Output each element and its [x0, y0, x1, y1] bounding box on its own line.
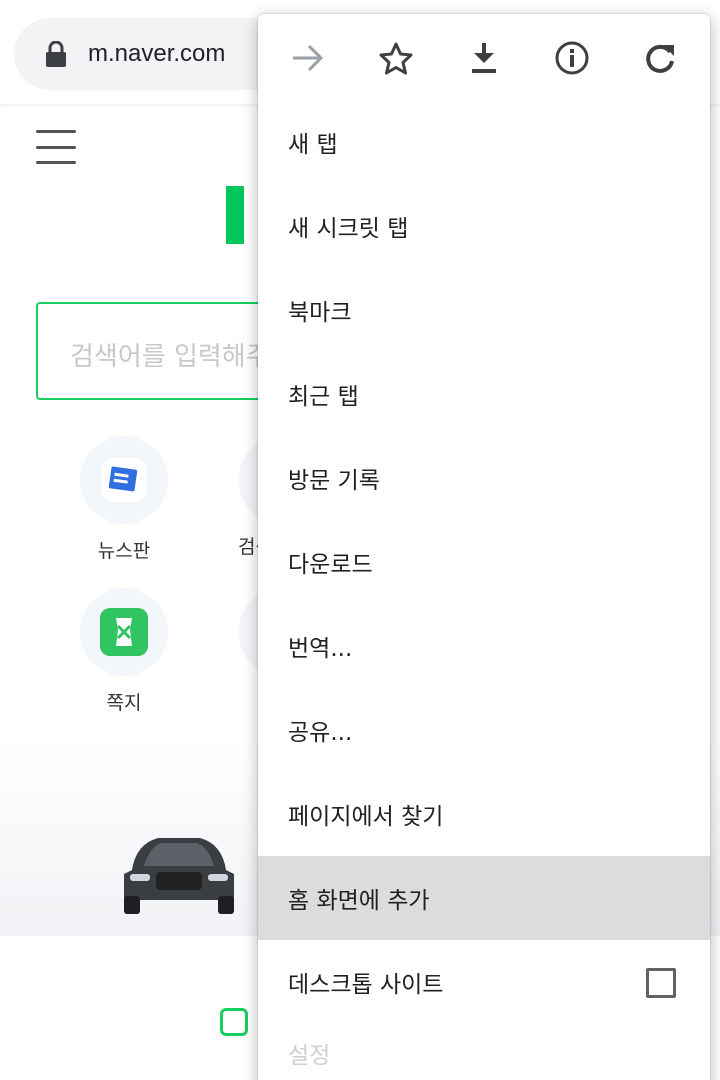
menu-item-desktop-site[interactable]: 데스크톱 사이트 — [258, 940, 710, 1024]
menu-item-recent-tabs[interactable]: 최근 탭 — [258, 352, 710, 436]
menu-item-find-in-page[interactable]: 페이지에서 찾기 — [258, 772, 710, 856]
menu-item-history[interactable]: 방문 기록 — [258, 436, 710, 520]
shortcut-note[interactable]: 쪽지 — [80, 588, 168, 715]
green-square-icon — [220, 1008, 248, 1036]
menu-item-share[interactable]: 공유... — [258, 688, 710, 772]
shortcut-newsstand[interactable]: 뉴스판 — [80, 436, 168, 563]
url-text: m.naver.com — [88, 40, 226, 67]
shortcut-label: 검색 — [238, 536, 260, 558]
car-image — [118, 830, 240, 916]
download-icon[interactable] — [460, 34, 508, 82]
desktop-site-checkbox[interactable] — [646, 968, 676, 998]
menu-item-bookmarks[interactable]: 북마크 — [258, 268, 710, 352]
shortcut-label: 쪽지 — [106, 692, 142, 714]
lock-icon — [44, 40, 68, 67]
hamburger-menu-icon[interactable] — [36, 130, 76, 164]
menu-item-downloads[interactable]: 다운로드 — [258, 520, 710, 604]
shortcut-label: 뉴스판 — [97, 540, 151, 562]
info-icon[interactable] — [548, 34, 596, 82]
menu-icon-row — [258, 14, 710, 102]
browser-overflow-menu: 새 탭 새 시크릿 탭 북마크 최근 탭 방문 기록 다운로드 번역... 공유… — [258, 14, 710, 1080]
note-icon — [100, 608, 148, 656]
forward-icon[interactable] — [284, 34, 332, 82]
menu-item-new-tab[interactable]: 새 탭 — [258, 100, 710, 184]
partial-text — [248, 970, 258, 992]
menu-item-add-to-home-screen[interactable]: 홈 화면에 추가 — [258, 856, 710, 940]
menu-item-label: 데스크톱 사이트 — [288, 972, 444, 998]
newspaper-icon — [102, 458, 146, 502]
menu-item-settings[interactable]: 설정 — [258, 1036, 710, 1080]
menu-item-translate[interactable]: 번역... — [258, 604, 710, 688]
bookmark-star-icon[interactable] — [372, 34, 420, 82]
menu-item-new-incognito-tab[interactable]: 새 시크릿 탭 — [258, 184, 710, 268]
reload-icon[interactable] — [636, 34, 684, 82]
